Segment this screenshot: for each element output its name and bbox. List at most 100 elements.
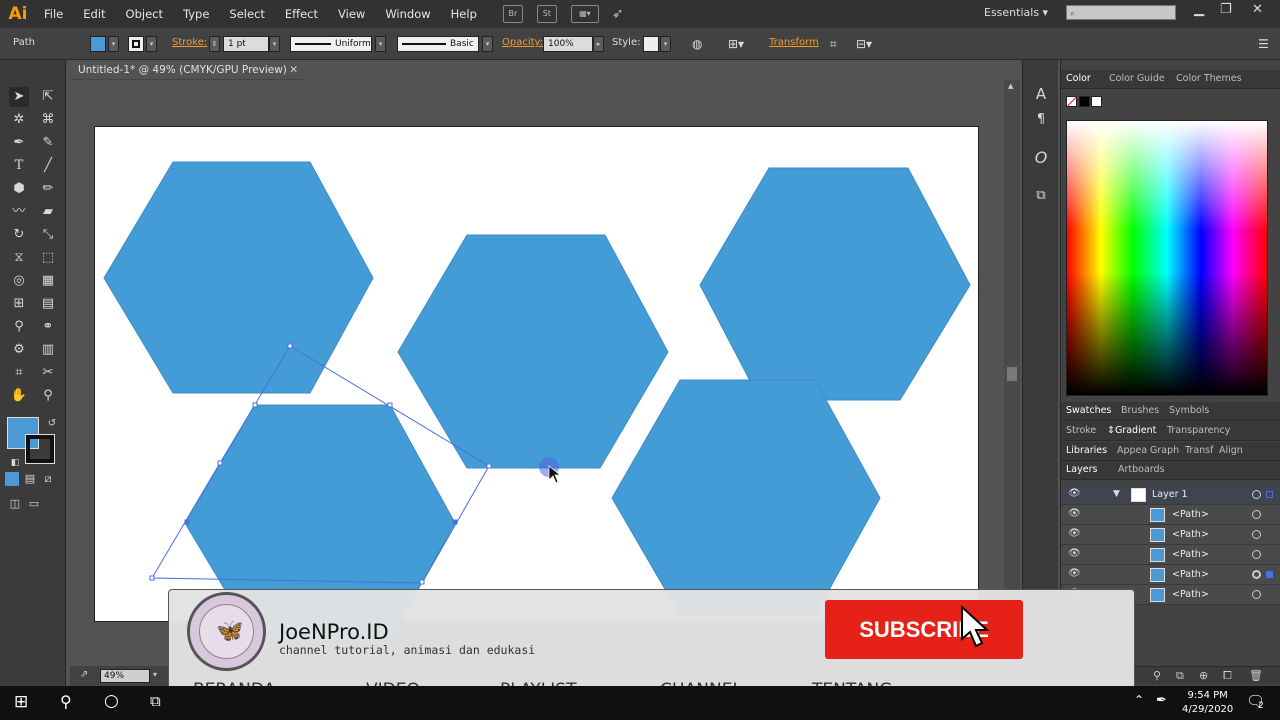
stroke-swatch[interactable] <box>128 36 144 52</box>
perspective-grid-tool-icon[interactable]: ▦ <box>38 271 58 291</box>
menu-window[interactable]: Window <box>375 7 440 21</box>
hand-tool-icon[interactable]: ✋ <box>9 386 29 406</box>
anchor-point[interactable] <box>149 575 155 581</box>
share-icon[interactable]: ⇗ <box>80 669 88 680</box>
eyedropper-tool-icon[interactable]: ⚲ <box>9 317 29 337</box>
align-grid-icon[interactable]: ⊞▾ <box>728 37 744 51</box>
layer-row[interactable]: 👁 ▼ Layer 1 <box>1061 485 1280 505</box>
arrange-panel-icon[interactable]: ⧉ <box>1031 186 1051 206</box>
stroke-color-box[interactable] <box>25 434 55 464</box>
target-circle-icon[interactable] <box>1252 570 1261 579</box>
stroke-weight-field[interactable]: 1 pt <box>223 36 269 52</box>
system-clock[interactable]: 9:54 PM 4/29/2020 <box>1182 689 1233 717</box>
mesh-tool-icon[interactable]: ⊞ <box>9 294 29 314</box>
anchor-point[interactable] <box>287 343 293 349</box>
help-search-input[interactable]: ⌕ <box>1066 5 1176 20</box>
symbol-sprayer-tool-icon[interactable]: ⚙ <box>9 340 29 360</box>
character-panel-icon[interactable]: A <box>1031 84 1051 104</box>
anchor-point[interactable] <box>184 519 190 525</box>
eraser-tool-icon[interactable]: ▰ <box>38 202 58 222</box>
locate-object-icon[interactable]: ⚲ <box>1153 669 1161 682</box>
new-layer-icon[interactable]: ⧠ <box>1223 669 1232 683</box>
opacity-label[interactable]: Opacity: <box>502 37 543 48</box>
paragraph-panel-icon[interactable]: ¶ <box>1031 110 1051 130</box>
opacity-field[interactable]: 100% <box>543 36 593 52</box>
none-mode-icon[interactable]: ⧄ <box>41 472 55 486</box>
tab-transform[interactable]: Transf <box>1185 445 1213 456</box>
tab-layers[interactable]: Layers <box>1066 464 1097 475</box>
opacity-arrow-icon[interactable]: ▸ <box>593 36 604 52</box>
target-circle-icon[interactable] <box>1252 590 1261 599</box>
direct-selection-tool-icon[interactable]: ⇱ <box>38 87 58 107</box>
white-swatch[interactable] <box>1091 96 1102 107</box>
variable-width-profile[interactable]: Uniform <box>290 36 372 52</box>
tab-stroke[interactable]: Stroke <box>1066 425 1096 436</box>
layer-name[interactable]: Layer 1 <box>1152 489 1188 500</box>
menu-file[interactable]: File <box>34 7 73 21</box>
tab-gradient[interactable]: ⇕Gradient <box>1107 425 1156 436</box>
tab-brushes[interactable]: Brushes <box>1121 405 1159 416</box>
graphic-style-swatch[interactable] <box>643 36 659 52</box>
path-name[interactable]: <Path> <box>1172 509 1209 520</box>
sublayer-row[interactable]: 👁 <Path> <box>1061 505 1280 525</box>
close-icon[interactable]: ✕ <box>1252 2 1263 17</box>
tab-artboards[interactable]: Artboards <box>1118 464 1165 475</box>
new-sublayer-icon[interactable]: ⊕ <box>1199 669 1208 682</box>
zoom-level-field[interactable]: 49% <box>100 669 150 683</box>
arrange-icon[interactable]: ⊟▾ <box>856 37 872 51</box>
hexagon-shape[interactable] <box>397 234 669 469</box>
draw-mode-icon[interactable]: ◫ <box>5 494 25 514</box>
polygon-tool-icon[interactable]: ⬢ <box>9 179 29 199</box>
isolate-icon[interactable]: ⌗ <box>830 37 837 52</box>
type-tool-icon[interactable]: T <box>9 156 29 176</box>
target-circle-icon[interactable] <box>1252 550 1261 559</box>
workspace-switcher[interactable]: Essentials ▾ <box>984 6 1048 19</box>
sublayer-row[interactable]: 👁 <Path> <box>1061 545 1280 565</box>
none-swatch[interactable] <box>1066 96 1078 107</box>
path-name[interactable]: <Path> <box>1172 529 1209 540</box>
gradient-mode-icon[interactable]: ▤ <box>23 472 37 486</box>
tab-align[interactable]: Align <box>1219 445 1243 456</box>
document-tab[interactable]: Untitled-1* @ 49% (CMYK/GPU Preview) ✕ <box>70 60 304 80</box>
menu-help[interactable]: Help <box>441 7 487 21</box>
path-name[interactable]: <Path> <box>1172 549 1209 560</box>
rotate-tool-icon[interactable]: ↻ <box>9 225 29 245</box>
selection-tool-icon[interactable]: ➤ <box>9 87 29 107</box>
bridge-button[interactable]: Br <box>502 5 523 23</box>
artboard-tool-icon[interactable]: ⌗ <box>9 363 29 383</box>
shape-builder-tool-icon[interactable]: ◎ <box>9 271 29 291</box>
panel-menu-icon[interactable]: ☰ <box>1258 37 1269 51</box>
artwork-layer[interactable] <box>70 80 1020 665</box>
anchor-point[interactable] <box>387 402 393 408</box>
hexagon-shape[interactable] <box>103 161 374 394</box>
recolor-artwork-icon[interactable]: ◍ <box>692 37 702 51</box>
magic-wand-tool-icon[interactable]: ✲ <box>9 110 29 130</box>
color-spectrum[interactable] <box>1066 120 1268 396</box>
anchor-point[interactable] <box>452 519 458 525</box>
target-circle-icon[interactable] <box>1252 530 1261 539</box>
tab-libraries[interactable]: Libraries <box>1066 445 1107 456</box>
visibility-eye-icon[interactable]: 👁 <box>1068 488 1081 499</box>
transform-link[interactable]: Transform <box>769 37 819 48</box>
gradient-tool-icon[interactable]: ▤ <box>38 294 58 314</box>
default-colors-icon[interactable]: ◧ <box>5 453 25 473</box>
zoom-dropdown-icon[interactable]: ▾ <box>153 670 157 679</box>
lasso-tool-icon[interactable]: ⌘ <box>38 110 58 130</box>
maximize-icon[interactable]: ❐ <box>1220 2 1232 17</box>
stroke-label[interactable]: Stroke: <box>172 37 207 48</box>
anchor-point[interactable] <box>252 402 258 408</box>
opentype-panel-icon[interactable]: O <box>1031 148 1051 168</box>
anchor-point[interactable] <box>419 579 425 585</box>
stock-button[interactable]: St <box>536 5 557 23</box>
menu-select[interactable]: Select <box>219 7 274 21</box>
sublayer-row[interactable]: 👁 <Path> <box>1061 525 1280 545</box>
anchor-point[interactable] <box>486 463 492 469</box>
tab-close-icon[interactable]: ✕ <box>289 60 298 80</box>
channel-logo[interactable]: 🦋 <box>187 592 266 671</box>
canvas-area[interactable] <box>70 80 1020 665</box>
slice-tool-icon[interactable]: ✂ <box>38 363 58 383</box>
brush-dropdown-icon[interactable]: ▾ <box>482 36 493 52</box>
tab-graphic-styles[interactable]: Graph <box>1150 445 1179 456</box>
channel-name[interactable]: JoeNPro.ID <box>279 620 389 644</box>
expand-triangle-icon[interactable]: ▼ <box>1113 489 1120 499</box>
